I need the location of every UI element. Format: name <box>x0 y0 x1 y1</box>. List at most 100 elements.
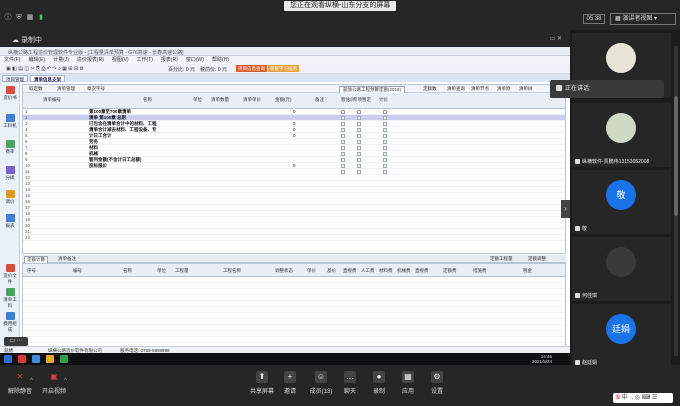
pricing-checkbox[interactable] <box>383 116 387 120</box>
menu-item[interactable]: 窗口(W) <box>186 56 204 64</box>
toolbar-icons[interactable]: ▣ ◧ ▤ ◫ ✂ ⎘ ⎙ ↶ ↷ ⌕ ▦ ⊞ ⊟ ⚙ <box>6 66 84 72</box>
estimate-checkbox[interactable] <box>341 152 345 156</box>
ime-toolbar[interactable]: S 中 ·, ◎ ⌨ ☰ <box>613 393 673 403</box>
panel-scrollbar[interactable] <box>674 46 678 356</box>
estimate-checkbox[interactable] <box>341 158 345 162</box>
estimate-checkbox[interactable] <box>341 164 345 168</box>
pricing-checkbox[interactable] <box>383 152 387 156</box>
special-checkbox[interactable] <box>357 158 361 162</box>
special-checkbox[interactable] <box>357 134 361 138</box>
menu-item[interactable]: 计量(J) <box>53 56 69 64</box>
left-tool-item[interactable]: 造价书 <box>2 86 18 101</box>
left-tool-item[interactable]: 费用组成 <box>2 312 18 333</box>
estimate-checkbox[interactable] <box>341 128 345 132</box>
estimate-checkbox[interactable] <box>341 110 345 114</box>
special-checkbox[interactable] <box>357 164 361 168</box>
window-controls-icon[interactable]: ▭ ✕ <box>550 35 562 42</box>
estimate-checkbox[interactable] <box>341 134 345 138</box>
menu-item[interactable]: 工作(T) <box>137 56 153 64</box>
column-header[interactable]: 工程量 <box>175 268 189 274</box>
grid-icon[interactable]: ▦ <box>26 14 34 22</box>
app-icon-red[interactable] <box>18 355 26 363</box>
pricing-checkbox[interactable] <box>383 158 387 162</box>
app-icon-blue[interactable] <box>32 355 40 363</box>
left-tool-item[interactable]: 调价 <box>2 190 18 205</box>
pricing-checkbox[interactable] <box>383 128 387 132</box>
pricing-checkbox[interactable] <box>383 134 387 138</box>
left-tool-item[interactable]: 清单工料 <box>2 288 18 309</box>
special-checkbox[interactable] <box>357 152 361 156</box>
column-header[interactable]: 名称 <box>143 97 152 103</box>
left-tool-item[interactable]: 造价文件 <box>2 264 18 285</box>
start-icon[interactable] <box>4 355 12 363</box>
menu-item[interactable]: 视图(V) <box>112 56 129 64</box>
menu-item[interactable]: 帮助(H) <box>212 56 229 64</box>
pricing-checkbox[interactable] <box>383 146 387 150</box>
column-header[interactable]: 名称 <box>123 268 132 274</box>
column-header[interactable]: 直接费 <box>343 268 357 274</box>
column-header[interactable]: 金额(元) <box>275 97 292 103</box>
estimate-checkbox[interactable] <box>341 146 345 150</box>
column-header[interactable]: 税金 <box>523 268 532 274</box>
left-tool-item[interactable]: 费率 <box>2 140 18 155</box>
special-checkbox[interactable] <box>357 116 361 120</box>
collapse-panel-button[interactable]: › <box>561 200 570 218</box>
estimate-checkbox[interactable] <box>341 116 345 120</box>
menu-item[interactable]: 造价报表(R) <box>77 56 104 64</box>
special-checkbox[interactable] <box>357 170 361 174</box>
participant-tile[interactable]: 纵横软件-贾鹏伟13153052008 <box>572 103 671 167</box>
column-header[interactable]: 清单单价 <box>243 97 261 103</box>
column-header[interactable]: 单价 <box>307 268 316 274</box>
tab-bill[interactable]: 清单信息支架 <box>30 75 65 82</box>
security-shield-icon[interactable]: ⛨ <box>15 14 23 22</box>
left-tool-item[interactable]: 工料机 <box>2 114 18 129</box>
column-header[interactable]: 单位 <box>193 97 202 103</box>
column-header[interactable]: 计价 <box>379 97 388 103</box>
special-checkbox[interactable] <box>357 128 361 132</box>
participant-tile[interactable]: 廷娟 赵廷娟 <box>572 304 671 368</box>
column-header[interactable]: 直接费 <box>415 268 429 274</box>
pricing-checkbox[interactable] <box>383 122 387 126</box>
folder-icon[interactable] <box>46 355 54 363</box>
column-header[interactable]: 材料费 <box>379 268 393 274</box>
column-header[interactable]: 基价 <box>327 268 336 274</box>
column-header[interactable]: 单位 <box>157 268 166 274</box>
control-button[interactable]: ⚙ 设置 <box>419 371 455 395</box>
chevron-up-icon[interactable]: ^ <box>64 378 70 384</box>
estimate-checkbox[interactable] <box>341 122 345 126</box>
column-header[interactable]: 工程名称 <box>223 268 241 274</box>
pricing-checkbox[interactable] <box>383 170 387 174</box>
estimate-checkbox[interactable] <box>341 140 345 144</box>
tab-project[interactable]: 项目管理 <box>2 75 28 82</box>
left-tool-item[interactable]: 分摊 <box>2 166 18 181</box>
info-icon[interactable]: ⓘ <box>4 14 12 22</box>
column-header[interactable]: 备注 <box>315 97 324 103</box>
chevron-up-icon[interactable]: ^ <box>30 378 36 384</box>
menu-item[interactable]: 文件(F) <box>4 56 20 64</box>
tab-bill-note[interactable]: 清单备注 <box>58 256 76 262</box>
column-header[interactable]: 人工费 <box>361 268 375 274</box>
column-header[interactable]: 编号 <box>73 268 82 274</box>
menu-item[interactable]: 编辑(E) <box>28 56 45 64</box>
project-query-badge[interactable]: 项目信息查询 <box>236 65 267 72</box>
table-row[interactable]: 22 <box>23 235 565 241</box>
column-header[interactable]: 清单数量 <box>211 97 229 103</box>
column-header[interactable]: 序号 <box>27 268 36 274</box>
participant-tile[interactable]: 敬敬 <box>572 170 671 234</box>
participant-tile[interactable]: 何佳琪 <box>572 237 671 301</box>
app-icon-green[interactable] <box>60 355 68 363</box>
column-header[interactable]: 措施费 <box>473 268 487 274</box>
speaker-view-button[interactable]: ▦ 演讲者视图 ▾ <box>610 13 676 25</box>
guide-badge[interactable]: 新版学习指南 <box>268 65 299 72</box>
column-header[interactable]: 机械费 <box>397 268 411 274</box>
special-checkbox[interactable] <box>357 146 361 150</box>
pricing-checkbox[interactable] <box>383 110 387 114</box>
left-tool-item[interactable]: 报表 <box>2 214 18 229</box>
pricing-checkbox[interactable] <box>383 164 387 168</box>
menu-item[interactable]: 报表(R) <box>161 56 178 64</box>
signal-icon[interactable]: ▮ <box>37 14 45 22</box>
column-header[interactable]: 定额费 <box>443 268 457 274</box>
column-header[interactable]: 清单编号 <box>43 97 61 103</box>
estimate-checkbox[interactable] <box>341 170 345 174</box>
column-header[interactable]: 调整状态 <box>275 268 293 274</box>
